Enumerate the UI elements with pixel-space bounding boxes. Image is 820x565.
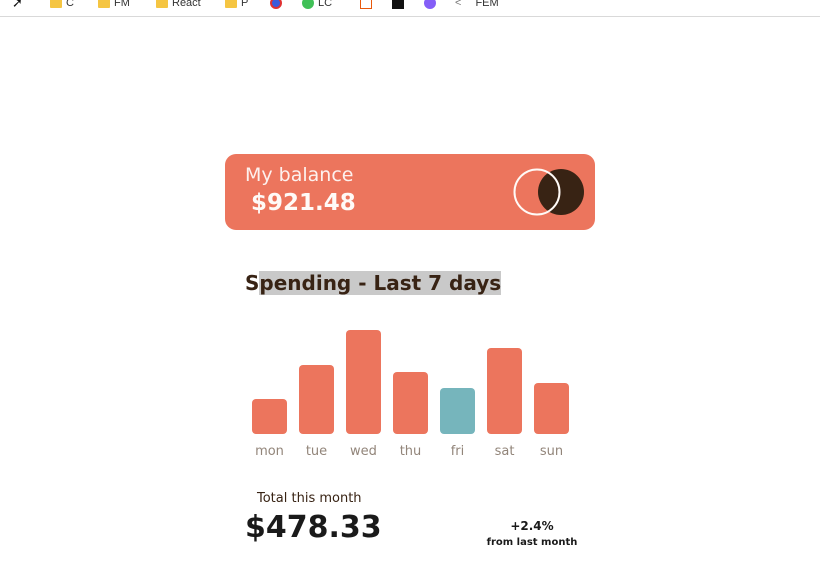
bookmark-label: FM [114, 0, 130, 9]
bookmark-folder-c[interactable]: C [50, 0, 74, 10]
day-label-mon: mon [255, 444, 284, 459]
bar-sat[interactable] [487, 348, 522, 434]
spending-title-first: S [245, 271, 260, 295]
bookmark-shield[interactable] [424, 0, 436, 10]
bookmark-folder-react[interactable]: React [156, 0, 201, 10]
bookmark-fem[interactable]: < FEM [455, 0, 499, 10]
bookmark-label: LC [318, 0, 333, 9]
bar-mon[interactable] [252, 399, 287, 434]
day-label-thu: thu [399, 444, 422, 459]
site-icon [302, 0, 314, 9]
terminal-icon [392, 0, 404, 9]
bar-thu[interactable] [393, 372, 428, 434]
bookmark-lc[interactable]: LC [302, 0, 332, 10]
change-label: from last month [486, 537, 578, 548]
shield-icon [424, 0, 436, 9]
bookmark-label: FEM [475, 0, 499, 9]
day-label-sun: sun [539, 444, 564, 459]
bar-fri[interactable] [440, 388, 475, 434]
bookmark-cursor[interactable]: ➚ [12, 0, 23, 10]
spending-title: Spending - Last 7 days [245, 271, 502, 295]
document-icon [360, 0, 372, 9]
spending-title-selection: pending - Last 7 days [259, 271, 502, 295]
folder-icon [225, 0, 237, 8]
total-label: Total this month [257, 491, 362, 506]
balance-value: $921.48 [251, 190, 356, 216]
bookmark-folder-fm[interactable]: FM [98, 0, 130, 10]
total-value: $478.33 [245, 510, 382, 545]
day-label-fri: fri [450, 444, 465, 459]
day-label-tue: tue [305, 444, 328, 459]
bar-wed[interactable] [346, 330, 381, 434]
balance-card: My balance $921.48 [225, 154, 595, 230]
bookmark-label: P [241, 0, 249, 9]
folder-icon [98, 0, 110, 8]
bar-sun[interactable] [534, 383, 569, 434]
site-icon [270, 0, 282, 9]
bookmark-terminal[interactable] [392, 0, 404, 10]
bookmark-label: C [66, 0, 74, 9]
folder-icon [50, 0, 62, 8]
bookmarks-bar: ➚ C FM React P LC < FEM [0, 0, 820, 17]
bookmark-document[interactable] [360, 0, 372, 10]
logo-icon [513, 168, 584, 216]
bookmark-folder-p[interactable]: P [225, 0, 248, 10]
bookmark-site-red[interactable] [270, 0, 282, 10]
bookmark-label: React [172, 0, 201, 9]
day-label-sat: sat [494, 444, 515, 459]
chevron-icon: < [455, 0, 462, 9]
cursor-icon: ➚ [12, 0, 23, 10]
balance-label: My balance [245, 164, 354, 186]
bar-tue[interactable] [299, 365, 334, 434]
folder-icon [156, 0, 168, 8]
change-percent: +2.4% [510, 519, 554, 533]
day-label-wed: wed [350, 444, 377, 459]
